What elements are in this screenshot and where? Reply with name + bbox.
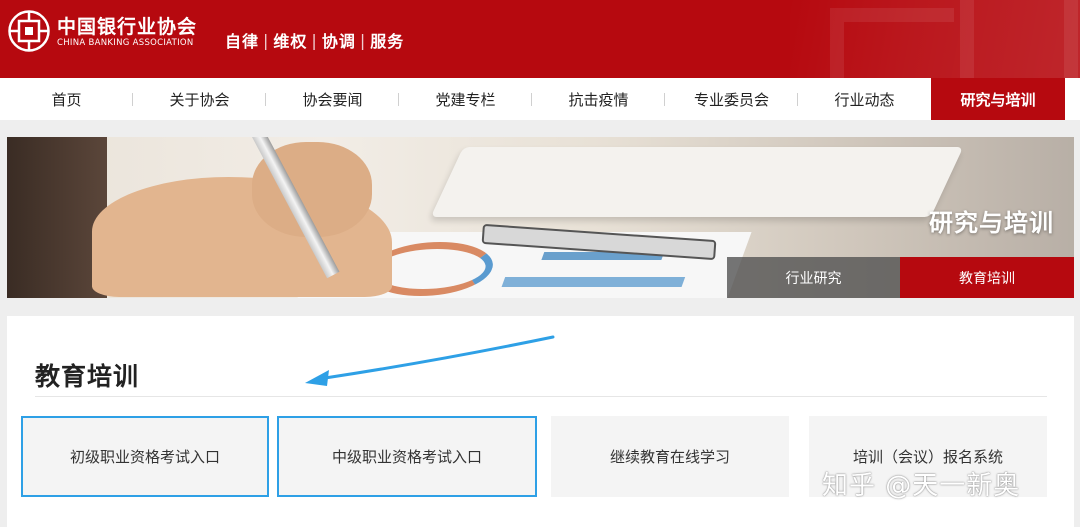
card-label: 初级职业资格考试入口 <box>69 448 220 466</box>
banner-bar-graphic <box>501 277 686 287</box>
card-junior-exam-entry[interactable]: 初级职业资格考试入口 <box>21 416 269 497</box>
banner-book <box>430 147 964 217</box>
nav-item-epidemic[interactable]: 抗击疫情 <box>532 78 665 120</box>
nav-label: 首页 <box>51 90 82 109</box>
slogan-separator: | <box>263 30 270 50</box>
banner-title: 研究与培训 <box>929 209 1054 237</box>
slogan-separator: | <box>311 30 318 50</box>
slogan-separator: | <box>359 30 367 50</box>
card-intermediate-exam-entry[interactable]: 中级职业资格考试入口 <box>277 416 537 497</box>
section-title: 教育培训 <box>35 362 140 391</box>
main-nav: 首页 关于协会 协会要闻 党建专栏 抗击疫情 专业委员会 行业动态 研究与培训 <box>0 78 1080 120</box>
logo-subtitle: CHINA BANKING ASSOCIATION <box>57 38 194 48</box>
card-label: 中级职业资格考试入口 <box>331 448 482 466</box>
logo-title[interactable]: 中国银行业协会 <box>57 12 197 39</box>
subtab-bar: 行业研究 教育培训 <box>727 257 1074 298</box>
slogan-word: 协调 <box>321 32 356 51</box>
nav-item-news[interactable]: 协会要闻 <box>266 78 399 120</box>
nav-label: 抗击疫情 <box>568 90 629 109</box>
card-label: 继续教育在线学习 <box>609 448 730 466</box>
nav-item-party[interactable]: 党建专栏 <box>399 78 532 120</box>
nav-item-industry[interactable]: 行业动态 <box>798 78 931 120</box>
site-header: 中国银行业协会 CHINA BANKING ASSOCIATION 自律 | 维… <box>0 0 1080 78</box>
nav-label: 研究与培训 <box>960 90 1036 109</box>
subtab-label: 行业研究 <box>785 270 842 287</box>
header-decoration <box>960 0 1078 78</box>
nav-item-about[interactable]: 关于协会 <box>133 78 266 120</box>
subtab-label: 教育培训 <box>959 270 1015 287</box>
slogan-word: 自律 <box>225 32 260 51</box>
nav-item-research-training[interactable]: 研究与培训 <box>931 78 1065 120</box>
nav-label: 协会要闻 <box>302 90 363 109</box>
subtab-education-training[interactable]: 教育培训 <box>900 257 1074 298</box>
nav-label: 行业动态 <box>834 90 895 109</box>
nav-item-home[interactable]: 首页 <box>0 78 133 120</box>
slogan: 自律 | 维权 | 协调 | 服务 <box>225 28 404 52</box>
header-decoration <box>830 8 954 78</box>
cba-logo-icon[interactable] <box>8 10 50 52</box>
nav-item-committees[interactable]: 专业委员会 <box>665 78 798 120</box>
card-label: 培训（会议）报名系统 <box>852 448 1003 466</box>
nav-label: 专业委员会 <box>693 90 769 109</box>
slogan-word: 维权 <box>273 32 308 51</box>
content-panel: 教育培训 初级职业资格考试入口 中级职业资格考试入口 继续教育在线学习 培训（会… <box>7 316 1074 527</box>
nav-label: 党建专栏 <box>435 90 496 109</box>
subtab-industry-research[interactable]: 行业研究 <box>727 257 900 298</box>
section-divider <box>35 396 1047 397</box>
slogan-word: 服务 <box>370 32 405 51</box>
card-continuing-education[interactable]: 继续教育在线学习 <box>551 416 789 497</box>
watermark: 知乎 @天一新奥 <box>822 471 1021 501</box>
nav-label: 关于协会 <box>169 90 230 109</box>
